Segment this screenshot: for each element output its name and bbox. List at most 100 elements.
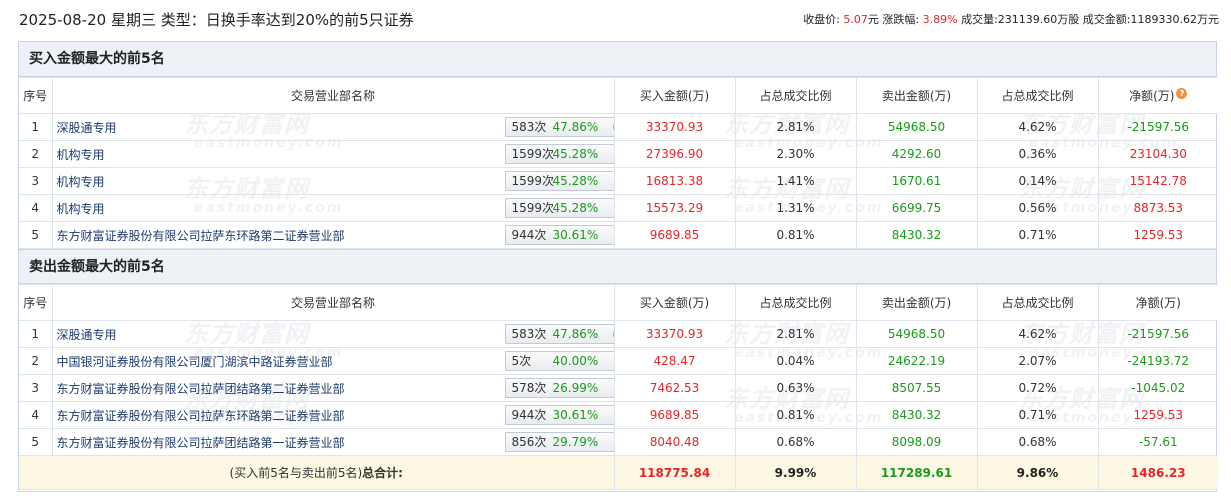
buy-table: 序号 交易营业部名称 买入金额(万) 占总成交比例 卖出金额(万) 占总成交比例… <box>19 77 1218 249</box>
listing-count: 1599次 <box>511 147 555 161</box>
top-bar: 2025-08-20 星期三 类型：日换手率达到20%的前5只证券 收盘价: 5… <box>0 0 1231 36</box>
broker-stat-button[interactable]: 856次 29.79% <box>504 432 613 452</box>
listing-count: 856次 <box>511 435 547 449</box>
sell-pct: 0.71% <box>976 221 1099 249</box>
net-amount: 1259.53 <box>1097 401 1218 429</box>
broker-name-link[interactable]: 东方财富证券股份有限公司拉萨团结路第一证券营业部 <box>57 436 345 450</box>
amount-value: 1189330.62万元 <box>1130 13 1219 26</box>
row-seq: 3 <box>19 167 53 195</box>
broker-cell: 东方财富证券股份有限公司拉萨东环路第二证券营业部 944次 30.61% <box>51 221 615 249</box>
col-buy-pct: 占总成交比例 <box>734 284 857 321</box>
win-rate: 47.86% <box>552 120 599 134</box>
broker-cell: 机构专用 1599次 45.28% <box>51 194 615 222</box>
col-net: 净额(万) <box>1097 284 1218 321</box>
win-rate: 29.79% <box>552 435 599 449</box>
broker-name-link[interactable]: 东方财富证券股份有限公司拉萨东环路第二证券营业部 <box>57 229 345 243</box>
help-icon[interactable]: ? <box>612 121 613 133</box>
sell-amount: 8507.55 <box>855 374 978 402</box>
row-seq: 1 <box>19 113 53 141</box>
sell-pct: 0.72% <box>976 374 1099 402</box>
sell-pct: 0.36% <box>976 140 1099 168</box>
total-net: 1486.23 <box>1097 455 1218 490</box>
trade-date: 2025-08-20 <box>19 11 107 29</box>
help-icon[interactable]: ? <box>612 328 613 340</box>
broker-stat-button[interactable]: 944次 30.61% <box>504 405 613 425</box>
listing-count: 1599次 <box>511 174 555 188</box>
buy-pct: 2.81% <box>734 113 857 141</box>
buy-pct: 0.04% <box>734 347 857 375</box>
win-rate: 26.99% <box>552 381 599 395</box>
buy-amount: 8040.48 <box>613 428 736 456</box>
broker-stat-button[interactable]: 5次 40.00% <box>504 351 613 371</box>
sell-amount: 24622.19 <box>855 347 978 375</box>
sell-table: 序号 交易营业部名称 买入金额(万) 占总成交比例 卖出金额(万) 占总成交比例… <box>19 284 1218 490</box>
sell-section-title: 卖出金额最大的前5名 <box>19 249 1216 284</box>
sell-amount: 54968.50 <box>855 113 978 141</box>
broker-name-link[interactable]: 机构专用 <box>57 202 105 216</box>
buy-pct: 0.63% <box>734 374 857 402</box>
buy-pct: 0.81% <box>734 401 857 429</box>
sell-amount: 6699.75 <box>855 194 978 222</box>
help-icon[interactable]: ? <box>1176 88 1188 99</box>
sell-pct: 4.62% <box>976 320 1099 348</box>
close-unit: 元 <box>867 13 879 26</box>
broker-cell: 机构专用 1599次 45.28% <box>51 167 615 195</box>
broker-cell: 深股通专用 583次 47.86%? <box>51 320 615 348</box>
col-buy: 买入金额(万) <box>613 284 736 321</box>
table-row: 4 机构专用 1599次 45.28% 15573.29 1.31% 6699.75 0.56… <box>19 194 1218 222</box>
sell-table-header: 序号 交易营业部名称 买入金额(万) 占总成交比例 卖出金额(万) 占总成交比例… <box>19 284 1218 321</box>
row-seq: 4 <box>19 401 53 429</box>
sell-table-body: 1 深股通专用 583次 47.86%?33370.932.81%54968.504.… <box>19 320 1218 456</box>
total-sell: 117289.61 <box>855 455 978 490</box>
col-seq: 序号 <box>19 77 53 114</box>
net-amount: 15142.78 <box>1097 167 1218 195</box>
broker-stat-button[interactable]: 1599次 45.28% <box>504 198 613 218</box>
buy-amount: 27396.90 <box>613 140 736 168</box>
broker-name-link[interactable]: 深股通专用 <box>57 121 117 135</box>
row-seq: 4 <box>19 194 53 222</box>
broker-stat-button[interactable]: 578次 26.99% <box>504 378 613 398</box>
broker-name-link[interactable]: 机构专用 <box>57 175 105 189</box>
broker-stat-button[interactable]: 583次 47.86%? <box>504 117 613 137</box>
broker-cell: 东方财富证券股份有限公司拉萨团结路第二证券营业部 578次 26.99% <box>51 374 615 402</box>
listing-count: 583次 <box>511 327 547 341</box>
win-rate: 47.86% <box>552 327 599 341</box>
sell-amount: 4292.60 <box>855 140 978 168</box>
table-row: 5 东方财富证券股份有限公司拉萨团结路第一证券营业部 856次 29.79% 8040.… <box>19 428 1218 456</box>
amount-label: 成交金额: <box>1082 13 1131 26</box>
sell-pct: 0.14% <box>976 167 1099 195</box>
sell-pct: 2.07% <box>976 347 1099 375</box>
total-label-bold: 总合计: <box>362 466 403 480</box>
broker-stat-button[interactable]: 944次 30.61% <box>504 225 613 245</box>
table-row: 4 东方财富证券股份有限公司拉萨东环路第二证券营业部 944次 30.61% 9689.… <box>19 401 1218 429</box>
buy-pct: 2.30% <box>734 140 857 168</box>
col-sell: 卖出金额(万) <box>855 77 978 114</box>
buy-amount: 33370.93 <box>613 113 736 141</box>
buy-table-header: 序号 交易营业部名称 买入金额(万) 占总成交比例 卖出金额(万) 占总成交比例… <box>19 77 1218 114</box>
win-rate: 40.00% <box>552 354 599 368</box>
total-sell-pct: 9.86% <box>976 455 1099 490</box>
win-rate: 45.28% <box>552 174 599 188</box>
buy-amount: 16813.38 <box>613 167 736 195</box>
broker-name-link[interactable]: 机构专用 <box>57 148 105 162</box>
win-rate: 45.28% <box>552 147 599 161</box>
sell-amount: 8430.32 <box>855 221 978 249</box>
win-rate: 30.61% <box>552 228 599 242</box>
sell-pct: 0.71% <box>976 401 1099 429</box>
total-label: (买入前5名与卖出前5名)总合计: <box>19 455 615 490</box>
sell-pct: 0.68% <box>976 428 1099 456</box>
broker-name-link[interactable]: 中国银河证券股份有限公司厦门湖滨中路证券营业部 <box>57 355 333 369</box>
buy-amount: 7462.53 <box>613 374 736 402</box>
broker-stat-button[interactable]: 1599次 45.28% <box>504 171 613 191</box>
broker-name-link[interactable]: 东方财富证券股份有限公司拉萨东环路第二证券营业部 <box>57 409 345 423</box>
broker-name-link[interactable]: 东方财富证券股份有限公司拉萨团结路第二证券营业部 <box>57 382 345 396</box>
broker-stat-button[interactable]: 583次 47.86%? <box>504 324 613 344</box>
listing-count: 1599次 <box>511 201 555 215</box>
broker-stat-button[interactable]: 1599次 45.28% <box>504 144 613 164</box>
broker-name-link[interactable]: 深股通专用 <box>57 328 117 342</box>
sell-amount: 1670.61 <box>855 167 978 195</box>
buy-pct: 2.81% <box>734 320 857 348</box>
close-label: 收盘价: <box>803 13 840 26</box>
sell-amount: 8430.32 <box>855 401 978 429</box>
net-amount: -1045.02 <box>1097 374 1218 402</box>
